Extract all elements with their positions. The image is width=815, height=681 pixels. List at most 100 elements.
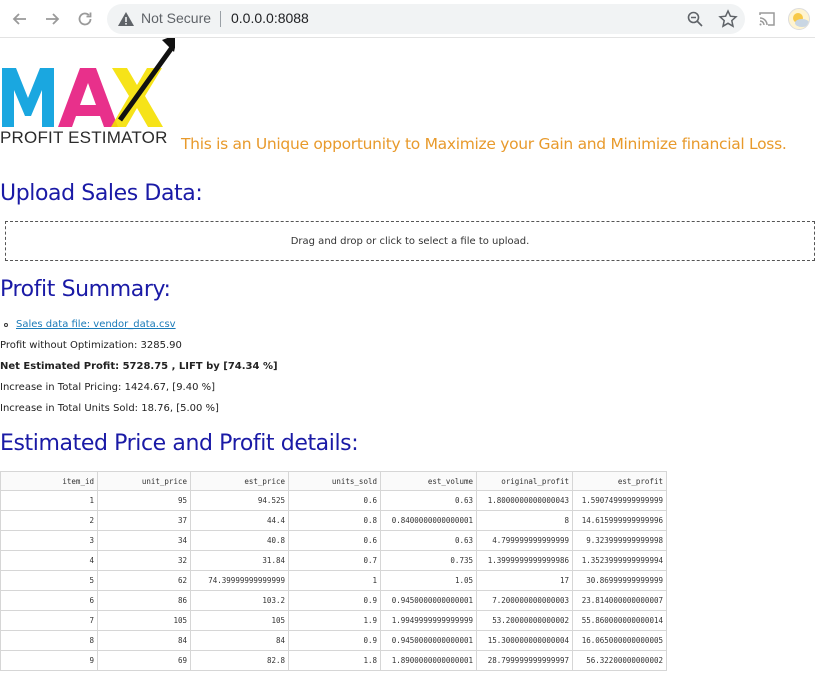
reload-button[interactable] [73, 7, 97, 31]
table-cell: 1.3523999999999994 [572, 550, 667, 571]
table-cell: 0.9450000000000001 [380, 630, 477, 651]
table-cell: 62 [97, 570, 191, 591]
table-row: 3 34 40.8 0.6 0.63 4.799999999999999 9.3239999… [0, 530, 667, 551]
table-cell: 105 [190, 610, 289, 631]
table-cell: 74.39999999999999 [190, 570, 289, 591]
arrow-right-icon [46, 13, 60, 25]
table-cell: 53.20000000000002 [476, 610, 573, 631]
table-cell: 1.9949999999999999 [380, 610, 477, 631]
table-cell: 0.8 [288, 510, 381, 531]
table-cell: 56.32200000000002 [572, 650, 667, 671]
table-cell: 37 [97, 510, 191, 531]
column-header: est_price [190, 471, 289, 491]
table-cell: 1.05 [380, 570, 477, 591]
table-cell: 95 [97, 490, 191, 511]
table-cell: 8 [476, 510, 573, 531]
table-cell: 1.3999999999999986 [476, 550, 573, 571]
page-content: PROFIT ESTIMATOR This is an Unique oppor… [0, 38, 815, 681]
table-cell: 3 [0, 530, 98, 551]
address-divider [220, 11, 221, 27]
pricing-increase: Increase in Total Pricing: 1424.67, [9.4… [0, 382, 216, 393]
table-cell: 1.5907499999999999 [572, 490, 667, 511]
table-cell: 1.8 [288, 650, 381, 671]
table-row: 1 95 94.525 0.6 0.63 1.8000000000000043 1.5907… [0, 490, 667, 511]
security-status[interactable]: Not Secure [141, 10, 211, 26]
table-cell: 0.9450000000000001 [380, 590, 477, 611]
browser-toolbar: Not Secure 0.0.0.0:8088 [0, 0, 815, 38]
table-body: 1 95 94.525 0.6 0.63 1.8000000000000043 1.5907… [0, 490, 667, 671]
tagline: This is an Unique opportunity to Maximiz… [181, 135, 787, 153]
table-cell: 8 [0, 630, 98, 651]
column-header: unit_price [97, 471, 191, 491]
warning-icon[interactable] [117, 10, 135, 28]
column-header: units_sold [288, 471, 381, 491]
table-cell: 0.63 [380, 490, 477, 511]
table-cell: 1.8900000000000001 [380, 650, 477, 671]
profit-summary-heading: Profit Summary: [0, 277, 171, 302]
cast-icon[interactable] [758, 10, 776, 28]
table-cell: 44.4 [190, 510, 289, 531]
bookmark-star-icon[interactable] [718, 9, 738, 29]
table-header-row: item_id unit_price est_price units_sold … [0, 471, 667, 491]
table-cell: 0.735 [380, 550, 477, 571]
table-cell: 7 [0, 610, 98, 631]
table-cell: 17 [476, 570, 573, 591]
arrow-left-icon [12, 13, 26, 25]
table-cell: 28.799999999999997 [476, 650, 573, 671]
table-cell: 9.323999999999998 [572, 530, 667, 551]
summary-file-list: Sales data file: vendor_data.csv [4, 319, 176, 330]
table-cell: 105 [97, 610, 191, 631]
table-cell: 16.065000000000005 [572, 630, 667, 651]
table-cell: 55.860000000000014 [572, 610, 667, 631]
forward-button[interactable] [40, 7, 64, 31]
table-row: 4 32 31.84 0.7 0.735 1.3999999999999986 1.3523… [0, 550, 667, 571]
table-cell: 86 [97, 590, 191, 611]
table-cell: 0.7 [288, 550, 381, 571]
table-row: 2 37 44.4 0.8 0.8400000000000001 8 14.61599999… [0, 510, 667, 531]
file-upload-dropzone[interactable]: Drag and drop or click to select a file … [5, 221, 815, 261]
dropzone-label: Drag and drop or click to select a file … [290, 235, 530, 247]
details-table: item_id unit_price est_price units_sold … [0, 471, 667, 671]
table-cell: 7.200000000000003 [476, 590, 573, 611]
profit-without-optimization: Profit without Optimization: 3285.90 [0, 340, 182, 351]
table-cell: 9 [0, 650, 98, 671]
back-button[interactable] [8, 7, 32, 31]
table-cell: 4.799999999999999 [476, 530, 573, 551]
table-cell: 6 [0, 590, 98, 611]
table-row: 5 62 74.39999999999999 1 1.05 17 30.8699999999… [0, 570, 667, 591]
table-cell: 94.525 [190, 490, 289, 511]
table-cell: 1 [0, 490, 98, 511]
table-cell: 0.9 [288, 630, 381, 651]
upload-heading: Upload Sales Data: [0, 181, 203, 206]
table-cell: 30.86999999999999 [572, 570, 667, 591]
table-cell: 82.8 [190, 650, 289, 671]
table-row: 8 84 84 0.9 0.9450000000000001 15.30000000000… [0, 630, 667, 651]
table-cell: 1 [288, 570, 381, 591]
table-cell: 103.2 [190, 590, 289, 611]
table-cell: 32 [97, 550, 191, 571]
zoom-icon[interactable] [686, 10, 704, 28]
table-cell: 0.6 [288, 530, 381, 551]
address-bar[interactable]: Not Secure 0.0.0.0:8088 [107, 4, 745, 34]
table-cell: 0.6 [288, 490, 381, 511]
table-cell: 1.8000000000000043 [476, 490, 573, 511]
reload-icon [78, 12, 92, 26]
column-header: est_profit [572, 471, 667, 491]
table-row: 9 69 82.8 1.8 1.8900000000000001 28.799999999… [0, 650, 667, 671]
net-estimated-profit: Net Estimated Profit: 5728.75 , LIFT by … [0, 361, 278, 372]
table-cell: 1.9 [288, 610, 381, 631]
table-row: 7 105 105 1.9 1.9949999999999999 53.200000000… [0, 610, 667, 631]
url-text[interactable]: 0.0.0.0:8088 [231, 10, 309, 26]
logo-subtitle: PROFIT ESTIMATOR [0, 128, 168, 147]
profile-avatar-icon[interactable] [788, 8, 810, 30]
table-cell: 0.63 [380, 530, 477, 551]
table-cell: 0.9 [288, 590, 381, 611]
table-cell: 14.615999999999996 [572, 510, 667, 531]
sales-file-link[interactable]: Sales data file: vendor_data.csv [16, 319, 176, 330]
table-cell: 34 [97, 530, 191, 551]
column-header: est_volume [380, 471, 477, 491]
column-header: item_id [0, 471, 98, 491]
table-cell: 84 [190, 630, 289, 651]
table-cell: 2 [0, 510, 98, 531]
bullet-icon [4, 322, 8, 327]
